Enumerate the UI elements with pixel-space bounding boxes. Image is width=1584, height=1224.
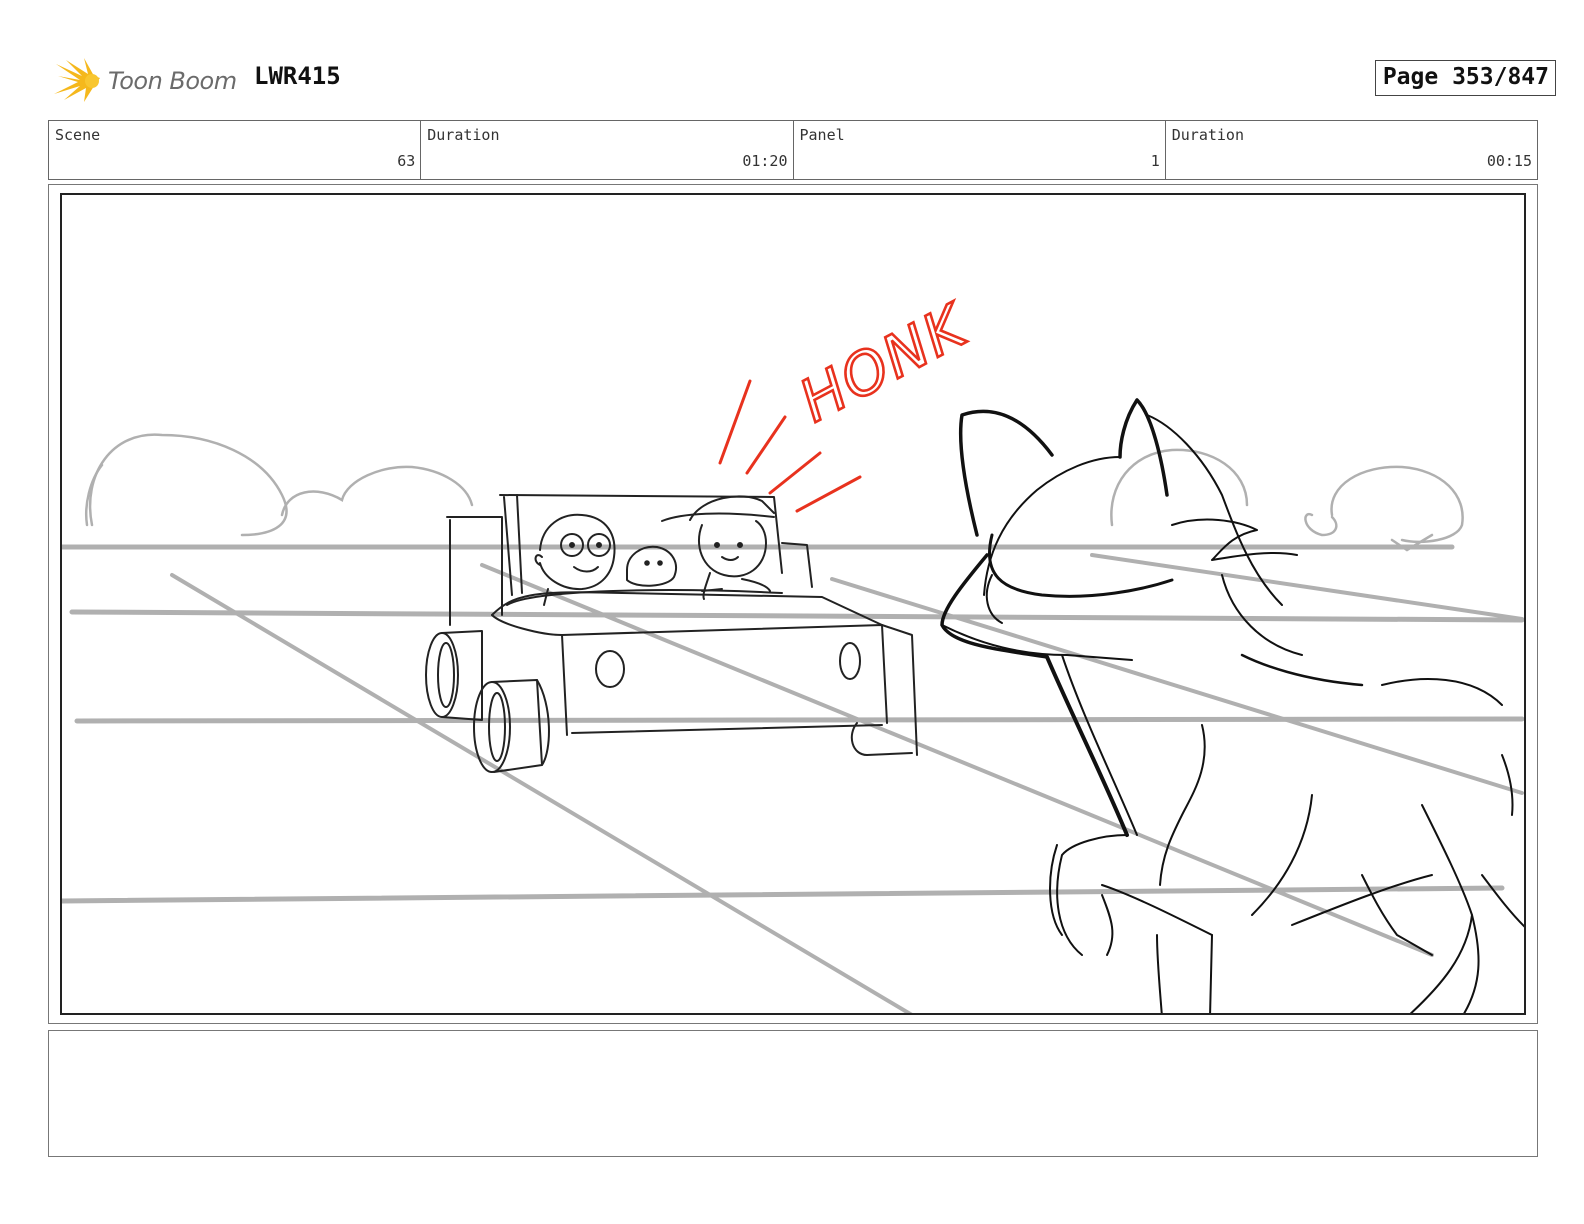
toon-boom-logo: Toon Boom <box>52 56 237 106</box>
page-indicator: Page 353/847 <box>1374 60 1556 96</box>
panel-drawing-area: HONK <box>60 193 1526 1015</box>
storyboard-header: Toon Boom LWR415 Page 353/847 <box>48 54 1556 110</box>
storyboard-sketch: HONK <box>62 289 1524 1013</box>
panel-value: 1 <box>1150 152 1160 170</box>
panel-duration-value: 00:15 <box>1486 152 1532 170</box>
background-bushes <box>85 433 1464 552</box>
panel-label: Panel <box>799 126 845 144</box>
panel-frame: HONK <box>48 184 1538 1024</box>
scene-cell: Scene 63 <box>49 121 422 179</box>
scene-duration-label: Duration <box>427 126 500 144</box>
panel-cell: Panel 1 <box>794 121 1166 179</box>
car-sketch <box>425 494 918 773</box>
scene-value: 63 <box>397 152 416 170</box>
scene-info-row: Scene 63 Duration 01:20 Panel 1 Duration… <box>48 120 1538 180</box>
foreground-character-sketch <box>940 398 1524 1013</box>
starburst-icon <box>54 58 100 102</box>
honk-sfx-text: HONK <box>789 291 980 436</box>
panel-duration-label: Duration <box>1171 126 1244 144</box>
panel-duration-cell: Duration 00:15 <box>1166 121 1537 179</box>
scene-label: Scene <box>55 126 101 144</box>
logo-text: Toon Boom <box>108 67 237 95</box>
panel-notes-box <box>48 1030 1538 1157</box>
perspective-guides <box>62 544 1524 1013</box>
project-code: LWR415 <box>254 62 341 90</box>
scene-duration-value: 01:20 <box>742 152 788 170</box>
scene-duration-cell: Duration 01:20 <box>421 121 794 179</box>
